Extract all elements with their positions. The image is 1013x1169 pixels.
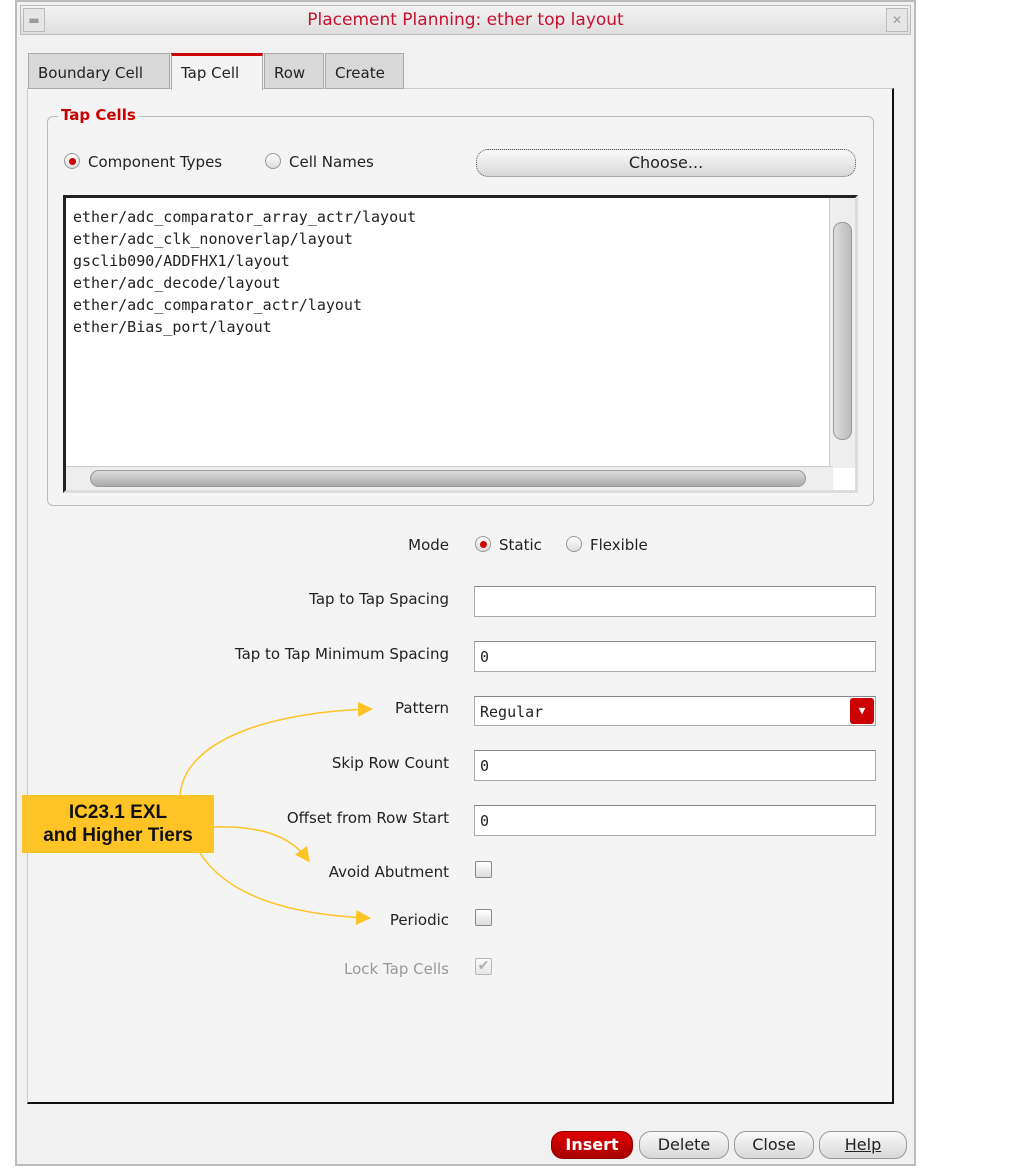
annotation-line: IC23.1 EXL	[68, 802, 168, 823]
help-button[interactable]: Help	[819, 1131, 907, 1159]
annotation-line: and Higher Tiers	[43, 825, 193, 846]
tier-annotation: IC23.1 EXL and Higher Tiers	[22, 795, 214, 853]
insert-button[interactable]: Insert	[551, 1131, 633, 1159]
annotation-arrows	[179, 701, 373, 925]
delete-button[interactable]: Delete	[639, 1131, 729, 1159]
close-button[interactable]: Close	[734, 1131, 814, 1159]
